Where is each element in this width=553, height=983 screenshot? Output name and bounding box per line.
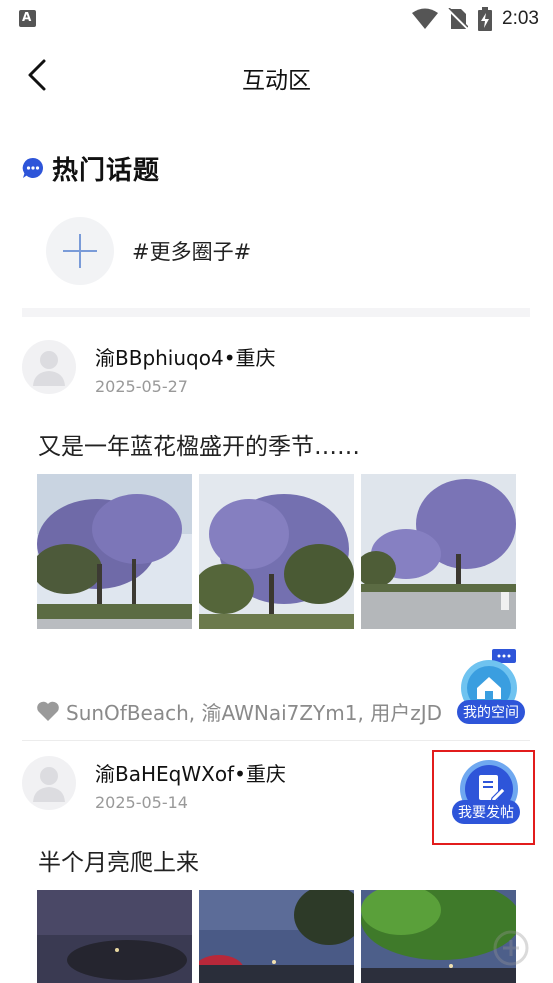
watermark [491,928,531,975]
author-name[interactable]: 渝BaHEqWXof•重庆 [95,758,286,787]
section-title: 热门话题 [52,155,161,186]
avatar[interactable] [22,756,76,810]
post-date: 2025-05-14 [95,793,188,812]
no-sim-icon [448,8,469,30]
status-bar: A 2:03 [0,0,553,38]
avatar[interactable] [22,340,76,394]
post-photo[interactable] [37,474,192,629]
battery-charging-icon [478,7,493,31]
more-circles-button[interactable]: #更多圈子# [46,217,251,285]
status-time: 2:03 [502,8,539,29]
header: 互动区 [0,48,553,104]
author-name[interactable]: 渝BBphiuqo4•重庆 [95,342,276,371]
default-avatar-icon [33,767,65,802]
hot-topics-header: 热门话题 [22,150,160,186]
post-photo[interactable] [361,474,516,629]
plus-icon[interactable] [46,217,114,285]
section-divider [22,308,530,317]
chat-bubble-icon [22,157,43,178]
my-space-label: 我的空间 [457,700,525,724]
watermark-logo-icon [493,930,529,966]
more-circles-label: #更多圈子# [132,240,252,264]
post-photo[interactable] [37,890,192,983]
likes-row[interactable]: SunOfBeach, 渝AWNai7ZYm1, 用户zJD [36,696,466,726]
default-avatar-icon [33,351,65,386]
post-text: 半个月亮爬上来 [38,850,199,876]
heart-icon[interactable] [36,700,60,722]
likes-names: SunOfBeach, 渝AWNai7ZYm1, 用户zJD [66,700,442,725]
post-date: 2025-05-27 [95,377,188,396]
post-photo[interactable] [199,474,354,629]
highlight-box [432,750,535,845]
wifi-icon [412,8,439,29]
my-space-button[interactable]: 我的空间 [455,648,525,724]
post-text: 又是一年蓝花楹盛开的季节…… [38,434,360,460]
page-title: 互动区 [242,68,311,94]
post-photo[interactable] [199,890,354,983]
app-notification-icon: A [19,10,36,27]
post-divider [22,740,530,741]
